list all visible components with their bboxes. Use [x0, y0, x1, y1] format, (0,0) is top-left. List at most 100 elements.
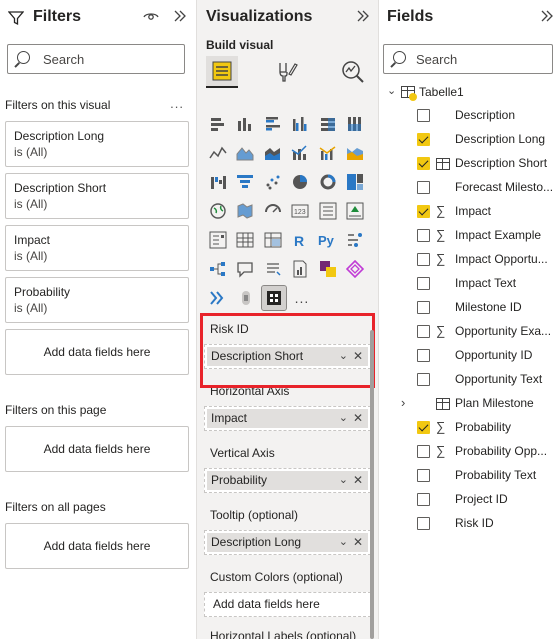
- field-checkbox[interactable]: [417, 421, 430, 434]
- funnel-chart-icon[interactable]: [234, 170, 258, 194]
- card-icon[interactable]: 123: [289, 199, 313, 223]
- q-and-a-icon[interactable]: [234, 257, 258, 281]
- field-item[interactable]: Description: [379, 104, 560, 128]
- field-checkbox[interactable]: [417, 469, 430, 482]
- area-chart-icon[interactable]: [234, 141, 258, 165]
- custom-visual-placeholder-icon[interactable]: [234, 286, 258, 310]
- clustered-column-chart-icon[interactable]: [289, 112, 313, 136]
- field-checkbox[interactable]: [417, 253, 430, 266]
- field-item[interactable]: ∑ Impact Example: [379, 224, 560, 248]
- decomposition-tree-icon[interactable]: [206, 257, 230, 281]
- build-visual-tab[interactable]: [206, 56, 238, 88]
- chevron-right-icon[interactable]: ›: [401, 395, 405, 410]
- field-item[interactable]: ∑ Probability: [379, 416, 560, 440]
- all-pages-filters-drop-zone[interactable]: Add data fields here: [5, 523, 189, 569]
- chevron-down-icon[interactable]: ⌄: [339, 409, 348, 428]
- visual-filters-drop-zone[interactable]: Add data fields here: [5, 329, 189, 375]
- smart-narrative-icon[interactable]: [261, 257, 285, 281]
- line-and-clustered-column-chart-icon[interactable]: [316, 141, 340, 165]
- field-checkbox[interactable]: [417, 493, 430, 506]
- collapse-visualizations-icon[interactable]: [356, 8, 370, 29]
- filter-card-impact[interactable]: Impact is (All): [5, 225, 189, 271]
- field-item[interactable]: Opportunity Text: [379, 368, 560, 392]
- field-item[interactable]: ∑ Probability Opp...: [379, 440, 560, 464]
- python-visual-icon[interactable]: Py: [316, 228, 340, 252]
- field-item[interactable]: Opportunity ID: [379, 344, 560, 368]
- tooltip-field-pill[interactable]: Description Long ⌄ ✕: [204, 530, 371, 555]
- waterfall-chart-icon[interactable]: [206, 170, 230, 194]
- eye-icon[interactable]: [143, 8, 159, 29]
- field-checkbox[interactable]: [417, 109, 430, 122]
- multi-row-card-icon[interactable]: [316, 199, 340, 223]
- field-item[interactable]: Forecast Milesto...: [379, 176, 560, 200]
- horizontal-axis-field-pill[interactable]: Impact ⌄ ✕: [204, 406, 371, 431]
- remove-field-icon[interactable]: ✕: [353, 471, 363, 490]
- 100-stacked-column-chart-icon[interactable]: [344, 112, 368, 136]
- field-item[interactable]: ∑ Impact: [379, 200, 560, 224]
- field-checkbox[interactable]: [417, 205, 430, 218]
- selected-risk-matrix-visual-icon[interactable]: [261, 285, 287, 311]
- line-and-stacked-column-chart-icon[interactable]: [289, 141, 313, 165]
- remove-field-icon[interactable]: ✕: [353, 533, 363, 552]
- filter-card-description-long[interactable]: Description Long is (All): [5, 121, 189, 167]
- table-visual-icon[interactable]: [234, 228, 258, 252]
- scatter-chart-icon[interactable]: [261, 170, 285, 194]
- filled-map-icon[interactable]: [234, 199, 258, 223]
- collapse-fields-icon[interactable]: [540, 8, 554, 29]
- shape-map-icon[interactable]: [261, 199, 285, 223]
- page-filters-drop-zone[interactable]: Add data fields here: [5, 426, 189, 472]
- stacked-area-chart-icon[interactable]: [261, 141, 285, 165]
- field-checkbox[interactable]: [417, 157, 430, 170]
- 100-stacked-bar-chart-icon[interactable]: [316, 112, 340, 136]
- clustered-bar-chart-icon[interactable]: [261, 112, 285, 136]
- collapse-filters-icon[interactable]: [173, 8, 187, 29]
- remove-field-icon[interactable]: ✕: [353, 409, 363, 428]
- map-icon[interactable]: [206, 199, 230, 223]
- field-item[interactable]: Milestone ID: [379, 296, 560, 320]
- field-checkbox[interactable]: [417, 181, 430, 194]
- paginated-report-icon[interactable]: [289, 257, 313, 281]
- analytics-tab[interactable]: [337, 56, 369, 88]
- filter-card-probability[interactable]: Probability is (All): [5, 277, 189, 323]
- ribbon-chart-icon[interactable]: [344, 141, 368, 165]
- more-visuals-icon[interactable]: ...: [290, 286, 314, 310]
- kpi-icon[interactable]: [344, 199, 368, 223]
- key-influencers-icon[interactable]: [344, 228, 368, 252]
- field-checkbox[interactable]: [417, 445, 430, 458]
- field-checkbox[interactable]: [417, 325, 430, 338]
- field-checkbox[interactable]: [417, 133, 430, 146]
- field-item[interactable]: Description Long: [379, 128, 560, 152]
- field-item[interactable]: › Plan Milestone: [379, 392, 560, 416]
- table-node-tabelle1[interactable]: ⌄ Tabelle1: [379, 80, 560, 104]
- field-checkbox[interactable]: [417, 373, 430, 386]
- matrix-icon[interactable]: [261, 228, 285, 252]
- donut-chart-icon[interactable]: [316, 170, 340, 194]
- field-item[interactable]: Description Short: [379, 152, 560, 176]
- filters-search-input[interactable]: Search: [7, 44, 185, 74]
- treemap-icon[interactable]: [344, 170, 368, 194]
- field-item[interactable]: Impact Text: [379, 272, 560, 296]
- visualizations-scrollbar[interactable]: [370, 330, 374, 639]
- field-checkbox[interactable]: [417, 301, 430, 314]
- more-options-icon[interactable]: ...: [170, 96, 184, 111]
- r-script-visual-icon[interactable]: R: [289, 228, 313, 252]
- chevron-visual-icon[interactable]: [206, 286, 230, 310]
- field-item[interactable]: ∑ Impact Opportu...: [379, 248, 560, 272]
- field-item[interactable]: Project ID: [379, 488, 560, 512]
- chevron-down-icon[interactable]: ⌄: [339, 471, 348, 490]
- filter-card-description-short[interactable]: Description Short is (All): [5, 173, 189, 219]
- format-visual-tab[interactable]: [271, 56, 303, 88]
- chevron-down-icon[interactable]: ⌄: [339, 533, 348, 552]
- field-item[interactable]: ∑ Opportunity Exa...: [379, 320, 560, 344]
- power-automate-icon[interactable]: [344, 257, 368, 281]
- field-item[interactable]: Probability Text: [379, 464, 560, 488]
- slicer-icon[interactable]: [206, 228, 230, 252]
- line-chart-icon[interactable]: [206, 141, 230, 165]
- field-checkbox[interactable]: [417, 349, 430, 362]
- fields-search-input[interactable]: Search: [383, 44, 553, 74]
- chevron-down-icon[interactable]: ⌄: [387, 84, 396, 97]
- power-apps-icon[interactable]: [316, 257, 340, 281]
- pie-chart-icon[interactable]: [289, 170, 313, 194]
- custom-colors-drop-zone[interactable]: Add data fields here: [204, 592, 371, 617]
- field-checkbox[interactable]: [417, 517, 430, 530]
